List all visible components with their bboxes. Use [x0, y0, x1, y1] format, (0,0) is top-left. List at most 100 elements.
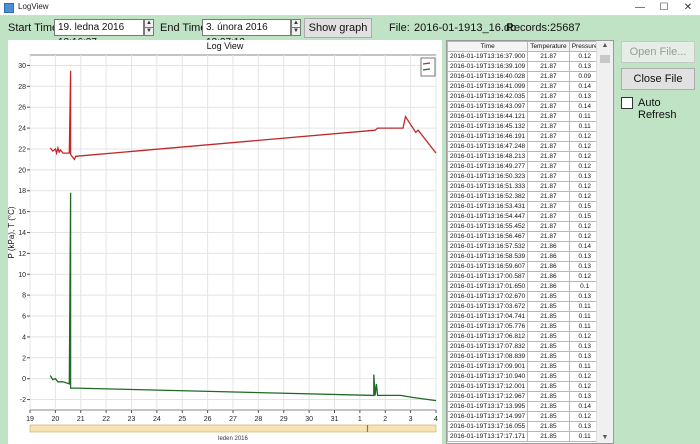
table-row[interactable]: 2016-01-19T13:17:12.001 21.85 0.12 — [447, 381, 601, 392]
x-tick-label: 30 — [305, 416, 313, 423]
open-file-button[interactable]: Open File... — [621, 41, 695, 63]
start-time-input[interactable]: 19. ledna 2016 13:16:37 — [54, 19, 144, 48]
table-row[interactable]: 2016-01-19T13:16:54.447 21.87 0.15 — [447, 211, 601, 222]
table-row[interactable]: 2016-01-19T13:16:47.248 21.87 0.12 — [447, 141, 601, 152]
table-row[interactable]: 2016-01-19T13:17:06.812 21.85 0.12 — [447, 331, 601, 342]
table-row[interactable]: 2016-01-19T13:17:10.940 21.85 0.12 — [447, 371, 601, 382]
y-tick-label: 18 — [18, 188, 26, 195]
table-body: 2016-01-19T13:16:37.900 21.87 0.12 2016-01-… — [447, 51, 601, 442]
table-row[interactable]: 2016-01-19T13:16:52.382 21.87 0.12 — [447, 191, 601, 202]
table-cell: 21.87 — [527, 231, 570, 242]
x-tick-label: 3 — [409, 416, 413, 423]
table-row[interactable]: 2016-01-19T13:16:40.028 21.87 0.09 — [447, 71, 601, 82]
start-time-label: Start Time — [8, 22, 59, 34]
column-header[interactable]: Temperature — [527, 41, 570, 52]
table-row[interactable]: 2016-01-19T13:16:48.213 21.87 0.12 — [447, 151, 601, 162]
y-tick-label: 2 — [22, 355, 26, 362]
table-row[interactable]: 2016-01-19T13:17:03.672 21.85 0.11 — [447, 301, 601, 312]
table-cell: 21.87 — [527, 71, 570, 82]
table-cell: 21.87 — [527, 161, 570, 172]
y-tick-label: 30 — [18, 63, 26, 70]
table-row[interactable]: 2016-01-19T13:17:09.901 21.85 0.11 — [447, 361, 601, 372]
table-cell: 21.87 — [527, 191, 570, 202]
table-row[interactable]: 2016-01-19T13:16:56.467 21.87 0.12 — [447, 231, 601, 242]
table-row[interactable]: 2016-01-19T13:17:05.776 21.85 0.11 — [447, 321, 601, 332]
table-cell: 2016-01-19T13:16:40.028 — [447, 71, 529, 82]
chart-panel[interactable]: Log View 19 20 21 22 23 24 25 26 27 28 29 30 31 1 2 3 4-… — [8, 40, 442, 444]
auto-refresh-label: Auto Refresh — [638, 97, 677, 121]
close-icon[interactable]: ✕ — [676, 0, 700, 16]
show-graph-button[interactable]: Show graph — [304, 18, 372, 38]
table-cell: 2016-01-19T13:17:04.741 — [447, 311, 529, 322]
table-cell: 2016-01-19T13:16:55.452 — [447, 221, 529, 232]
table-row[interactable]: 2016-01-19T13:17:07.832 21.85 0.13 — [447, 341, 601, 352]
records-table-panel[interactable]: Time Temperature Pressure 2016-01-19T13:16… — [446, 40, 614, 444]
close-file-button[interactable]: Close File — [621, 68, 695, 90]
y-tick-label: 12 — [18, 251, 26, 258]
scroll-thumb[interactable] — [600, 55, 610, 63]
table-cell: 21.86 — [527, 271, 570, 282]
table-cell: 21.87 — [527, 121, 570, 132]
scroll-down-icon[interactable]: ▼ — [597, 433, 613, 443]
auto-refresh-checkbox[interactable] — [621, 97, 633, 109]
table-row[interactable]: 2016-01-19T13:17:08.839 21.85 0.13 — [447, 351, 601, 362]
table-row[interactable]: 2016-01-19T13:16:50.323 21.87 0.13 — [447, 171, 601, 182]
x-tick-label: 1 — [358, 416, 362, 423]
table-row[interactable]: 2016-01-19T13:17:16.055 21.85 0.13 — [447, 421, 601, 432]
minimize-icon[interactable]: — — [628, 0, 652, 16]
table-row[interactable]: 2016-01-19T13:17:04.741 21.85 0.11 — [447, 311, 601, 322]
table-scrollbar[interactable]: ▲ ▼ — [596, 41, 613, 443]
table-row[interactable]: 2016-01-19T13:16:55.452 21.87 0.12 — [447, 221, 601, 232]
end-time-spinner[interactable]: ▲ ▼ — [291, 19, 301, 36]
table-row[interactable]: 2016-01-19T13:17:17.171 21.85 0.11 — [447, 431, 601, 442]
table-row[interactable]: 2016-01-19T13:16:37.900 21.87 0.12 — [447, 51, 601, 62]
x-tick-label: 26 — [204, 416, 212, 423]
table-row[interactable]: 2016-01-19T13:16:57.532 21.86 0.14 — [447, 241, 601, 252]
table-row[interactable]: 2016-01-19T13:16:46.191 21.87 0.12 — [447, 131, 601, 142]
table-row[interactable]: 2016-01-19T13:17:13.995 21.85 0.14 — [447, 401, 601, 412]
table-row[interactable]: 2016-01-19T13:16:59.607 21.86 0.13 — [447, 261, 601, 272]
table-row[interactable]: 2016-01-19T13:16:39.109 21.87 0.13 — [447, 61, 601, 72]
table-cell: 2016-01-19T13:16:59.607 — [447, 261, 529, 272]
table-row[interactable]: 2016-01-19T13:16:45.132 21.87 0.11 — [447, 121, 601, 132]
table-cell: 21.87 — [527, 101, 570, 112]
window-title: LogView — [18, 2, 49, 11]
table-cell: 21.87 — [527, 141, 570, 152]
end-time-input[interactable]: 3. února 2016 13:27:13 — [202, 19, 291, 48]
table-row[interactable]: 2016-01-19T13:16:53.431 21.87 0.15 — [447, 201, 601, 212]
table-row[interactable]: 2016-01-19T13:16:44.121 21.87 0.11 — [447, 111, 601, 122]
x-tick-label: 27 — [229, 416, 237, 423]
table-cell: 21.87 — [527, 211, 570, 222]
spin-down-icon[interactable]: ▼ — [292, 28, 300, 36]
scroll-up-icon[interactable]: ▲ — [597, 41, 613, 51]
table-row[interactable]: 2016-01-19T13:17:14.997 21.85 0.12 — [447, 411, 601, 422]
spin-down-icon[interactable]: ▼ — [145, 28, 153, 36]
table-row[interactable]: 2016-01-19T13:17:00.587 21.86 0.12 — [447, 271, 601, 282]
table-row[interactable]: 2016-01-19T13:16:49.277 21.87 0.12 — [447, 161, 601, 172]
y-tick-label: 24 — [18, 126, 26, 133]
y-axis-label: P (kPa), T (°C) — [8, 206, 16, 258]
log-chart[interactable]: 19 20 21 22 23 24 25 26 27 28 29 30 31 1 2 3 4-202468101… — [8, 40, 442, 444]
table-cell: 2016-01-19T13:16:51.333 — [447, 181, 529, 192]
table-cell: 21.87 — [527, 111, 570, 122]
records-count: 25687 — [550, 22, 581, 34]
column-header[interactable]: Time — [447, 41, 529, 52]
table-row[interactable]: 2016-01-19T13:16:51.333 21.87 0.12 — [447, 181, 601, 192]
table-cell: 2016-01-19T13:17:10.940 — [447, 371, 529, 382]
table-cell: 2016-01-19T13:16:47.248 — [447, 141, 529, 152]
title-bar: LogView — ☐ ✕ — [0, 0, 700, 16]
table-cell: 2016-01-19T13:16:41.099 — [447, 81, 529, 92]
table-row[interactable]: 2016-01-19T13:16:41.099 21.87 0.14 — [447, 81, 601, 92]
table-cell: 21.86 — [527, 251, 570, 262]
table-row[interactable]: 2016-01-19T13:17:02.670 21.85 0.13 — [447, 291, 601, 302]
spin-up-icon[interactable]: ▲ — [145, 20, 153, 28]
table-row[interactable]: 2016-01-19T13:16:42.035 21.87 0.13 — [447, 91, 601, 102]
table-row[interactable]: 2016-01-19T13:16:43.097 21.87 0.14 — [447, 101, 601, 112]
maximize-icon[interactable]: ☐ — [652, 0, 676, 16]
x-tick-label: 20 — [51, 416, 59, 423]
table-row[interactable]: 2016-01-19T13:17:12.967 21.85 0.13 — [447, 391, 601, 402]
start-time-spinner[interactable]: ▲ ▼ — [144, 19, 154, 36]
table-row[interactable]: 2016-01-19T13:16:58.539 21.86 0.13 — [447, 251, 601, 262]
table-row[interactable]: 2016-01-19T13:17:01.650 21.86 0.1 — [447, 281, 601, 292]
spin-up-icon[interactable]: ▲ — [292, 20, 300, 28]
